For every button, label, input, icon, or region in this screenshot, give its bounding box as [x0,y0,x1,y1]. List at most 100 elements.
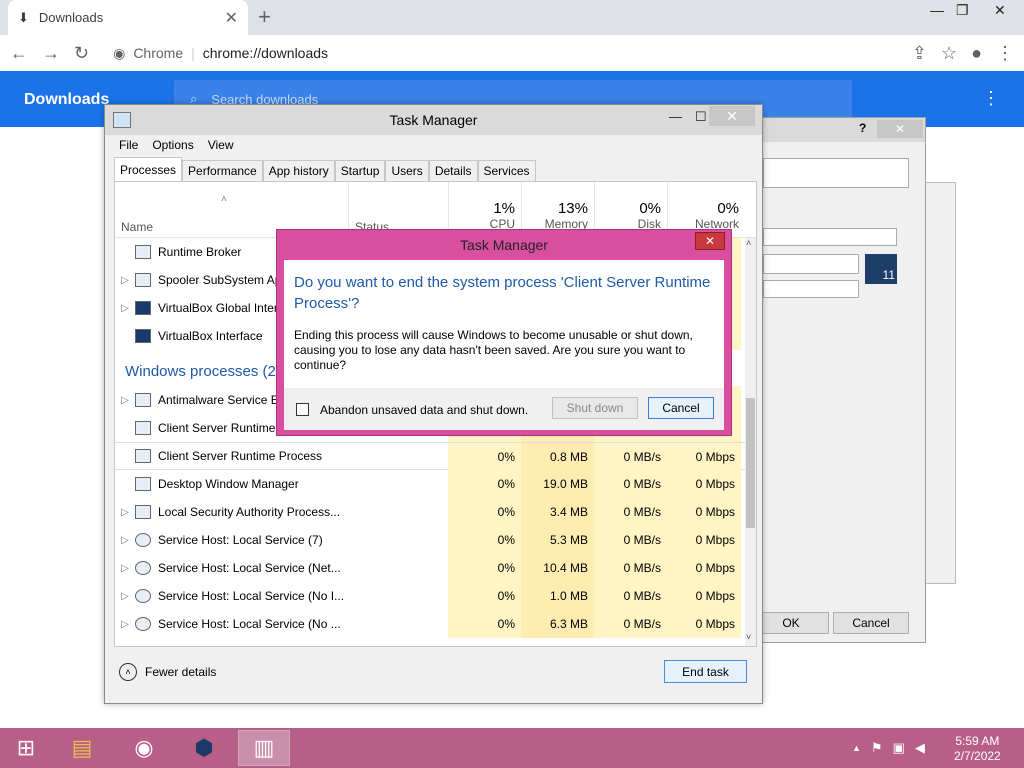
expand-icon[interactable]: ▷ [115,303,135,314]
clock-date: 2/7/2022 [954,749,1001,763]
tab-processes[interactable]: Processes [114,157,183,181]
reload-icon[interactable]: ↻ [74,43,89,64]
close-window-button[interactable]: ✕ [994,2,1006,19]
background-field[interactable] [763,158,909,188]
menu-view[interactable]: View [208,138,234,152]
memory-cell: 6.3 MB [521,610,594,638]
background-select-1[interactable] [763,254,859,274]
tm-minimize-button[interactable]: — [669,109,682,124]
task-manager-menubar: File Options View [119,138,234,152]
dialog-close-button[interactable]: ✕ [695,232,725,250]
new-tab-button[interactable]: + [258,4,271,30]
process-row[interactable]: ▷ Local Security Authority Process... 0% 3.… [115,498,745,526]
back-icon[interactable]: ← [10,43,28,64]
background-cancel-button[interactable]: Cancel [833,612,909,634]
expand-icon[interactable]: ▷ [115,563,135,574]
downloads-title: Downloads [24,91,110,108]
task-manager-taskbar-icon[interactable]: ▥ [238,730,290,766]
cpu-cell: 0% [448,554,521,582]
network-icon[interactable]: ▣ [893,740,905,756]
omnibox[interactable]: ◉ Chrome | chrome://downloads [103,39,898,67]
bookmark-star-icon[interactable]: ☆ [941,43,957,64]
tab-app-history[interactable]: App history [262,160,335,181]
process-name: Service Host: Local Service (Net... [158,561,341,575]
download-icon: ⬇ [18,9,29,25]
downloads-menu-icon[interactable]: ⋮ [982,88,1000,109]
end-task-button[interactable]: End task [664,660,747,683]
fewer-details-button[interactable]: ˄ Fewer details [119,663,216,681]
tab-users[interactable]: Users [385,160,429,181]
col-name[interactable]: Name [121,220,153,234]
tab-startup[interactable]: Startup [334,160,386,181]
share-icon[interactable]: ⇪ [912,43,927,64]
process-name: Service Host: Local Service (7) [158,533,323,547]
clock[interactable]: 5:59 AM 2/7/2022 [954,734,1001,764]
cancel-button[interactable]: Cancel [648,397,714,419]
volume-muted-icon[interactable]: ◀ [915,740,925,756]
expand-icon[interactable]: ▷ [115,507,135,518]
scroll-thumb[interactable] [746,398,755,528]
virtualbox-taskbar-icon[interactable]: ⬢ [178,730,230,766]
background-select-2[interactable] [763,280,859,298]
disk-cell: 0 MB/s [594,498,667,526]
tab-close-icon[interactable]: ✕ [225,8,238,28]
minimize-button[interactable]: — [930,2,944,18]
process-row[interactable]: ▷ Service Host: Local Service (Net... 0% 10… [115,554,745,582]
start-windows-icon[interactable]: ⊞ [0,730,52,766]
forward-icon[interactable]: → [42,43,60,64]
abandon-data-label[interactable]: Abandon unsaved data and shut down. [320,403,528,417]
printer-icon [135,273,151,287]
process-row[interactable]: ▷ Service Host: Local Service (No ... 0% 6.… [115,610,745,638]
task-manager-tabs: Processes Performance App history Startu… [114,157,536,181]
scroll-down-icon[interactable]: ˅ [746,632,751,642]
expand-icon[interactable]: ▷ [115,535,135,546]
tab-services[interactable]: Services [477,160,536,181]
action-center-flag-icon[interactable]: ⚑ [871,740,883,756]
process-row[interactable]: ▷ Service Host: Local Service (7) 0% 5.3 MB… [115,526,745,554]
process-name: Desktop Window Manager [158,477,299,491]
dialog-title: Task Manager [460,237,548,253]
tab-performance[interactable]: Performance [182,160,263,181]
network-cell: 0 Mbps [667,526,741,554]
process-name: Client Server Runtime Process [158,449,323,463]
process-icon [135,505,151,519]
process-row-selected[interactable]: Client Server Runtime Process 0% 0.8 MB 0 M… [115,442,745,471]
disk-cell: 0 MB/s [594,582,667,610]
help-button[interactable]: ? [859,121,866,135]
shut-down-button: Shut down [552,397,638,419]
process-row[interactable]: Desktop Window Manager 0% 19.0 MB 0 MB/s 0 M… [115,470,745,498]
tm-close-button[interactable]: ✕ [709,106,755,126]
scroll-up-icon[interactable]: ˄ [746,238,751,248]
task-manager-app-icon [113,112,131,128]
ok-button[interactable]: OK [753,612,829,634]
restore-button[interactable]: ❐ [956,2,969,19]
tray-expand-icon[interactable]: ▲ [852,743,861,756]
menu-dots-icon[interactable]: ⋮ [996,43,1014,64]
cpu-cell: 0% [448,498,521,526]
tm-maximize-button[interactable]: ☐ [695,109,707,125]
file-explorer-icon[interactable]: ▤ [56,730,108,766]
menu-options[interactable]: Options [152,138,193,152]
background-input[interactable] [763,228,897,246]
cpu-cell: 0% [448,582,521,610]
abandon-data-checkbox[interactable] [296,403,309,416]
dialog-body: Do you want to end the system process 'C… [284,260,724,388]
tab-details[interactable]: Details [428,160,478,181]
background-dialog-close[interactable]: ✕ [877,120,923,138]
menu-file[interactable]: File [119,138,138,152]
tab-downloads[interactable]: ⬇ Downloads ✕ [8,0,248,35]
chevron-up-icon: ˄ [119,663,137,681]
network-cell: 0 Mbps [667,610,741,638]
expand-icon[interactable]: ▷ [115,395,135,406]
tab-title: Downloads [38,10,104,25]
browser-toolbar: ← → ↻ ◉ Chrome | chrome://downloads ⇪ ☆ … [0,35,1024,71]
os-badge: 11 [882,268,895,282]
expand-icon[interactable]: ▷ [115,275,135,286]
disk-cell: 0 MB/s [594,554,667,582]
vertical-scrollbar[interactable]: ˄ ˅ [745,238,756,646]
process-row[interactable]: ▷ Service Host: Local Service (No I... 0% 1… [115,582,745,610]
expand-icon[interactable]: ▷ [115,619,135,630]
chrome-taskbar-icon[interactable]: ◉ [118,730,170,766]
profile-icon[interactable]: ● [971,43,982,64]
expand-icon[interactable]: ▷ [115,591,135,602]
